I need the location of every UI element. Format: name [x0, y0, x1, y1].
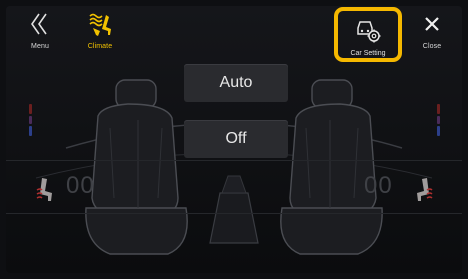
car-setting-button[interactable]: Car Setting — [334, 7, 402, 62]
climate-button[interactable]: Climate — [72, 6, 128, 58]
left-temp-value: 00 — [66, 172, 95, 199]
right-temp-bar — [437, 104, 440, 136]
car-setting-icon — [357, 21, 381, 43]
off-button[interactable]: Off — [184, 120, 288, 158]
menu-label: Menu — [31, 43, 49, 50]
climate-seat-icon — [89, 13, 111, 36]
chevron-left-icon — [31, 13, 47, 35]
auto-button[interactable]: Auto — [184, 64, 288, 102]
divider-line — [6, 213, 462, 214]
close-button[interactable]: Close — [404, 6, 460, 58]
close-icon — [425, 17, 439, 31]
climate-screen: Menu Climate Car Setting Close Auto Off … — [6, 6, 462, 273]
top-bar: Menu Climate Car Setting Close — [6, 6, 462, 62]
left-seat-heater-icon[interactable] — [34, 176, 58, 204]
climate-label: Climate — [87, 43, 113, 50]
right-temp-value: 00 — [364, 172, 393, 199]
menu-button[interactable]: Menu — [12, 6, 68, 58]
right-seat-heater-icon[interactable] — [411, 176, 435, 204]
car-setting-label: Car Setting — [350, 50, 386, 57]
divider-line — [6, 160, 462, 161]
left-temp-bar — [29, 104, 32, 136]
close-label: Close — [422, 43, 442, 50]
